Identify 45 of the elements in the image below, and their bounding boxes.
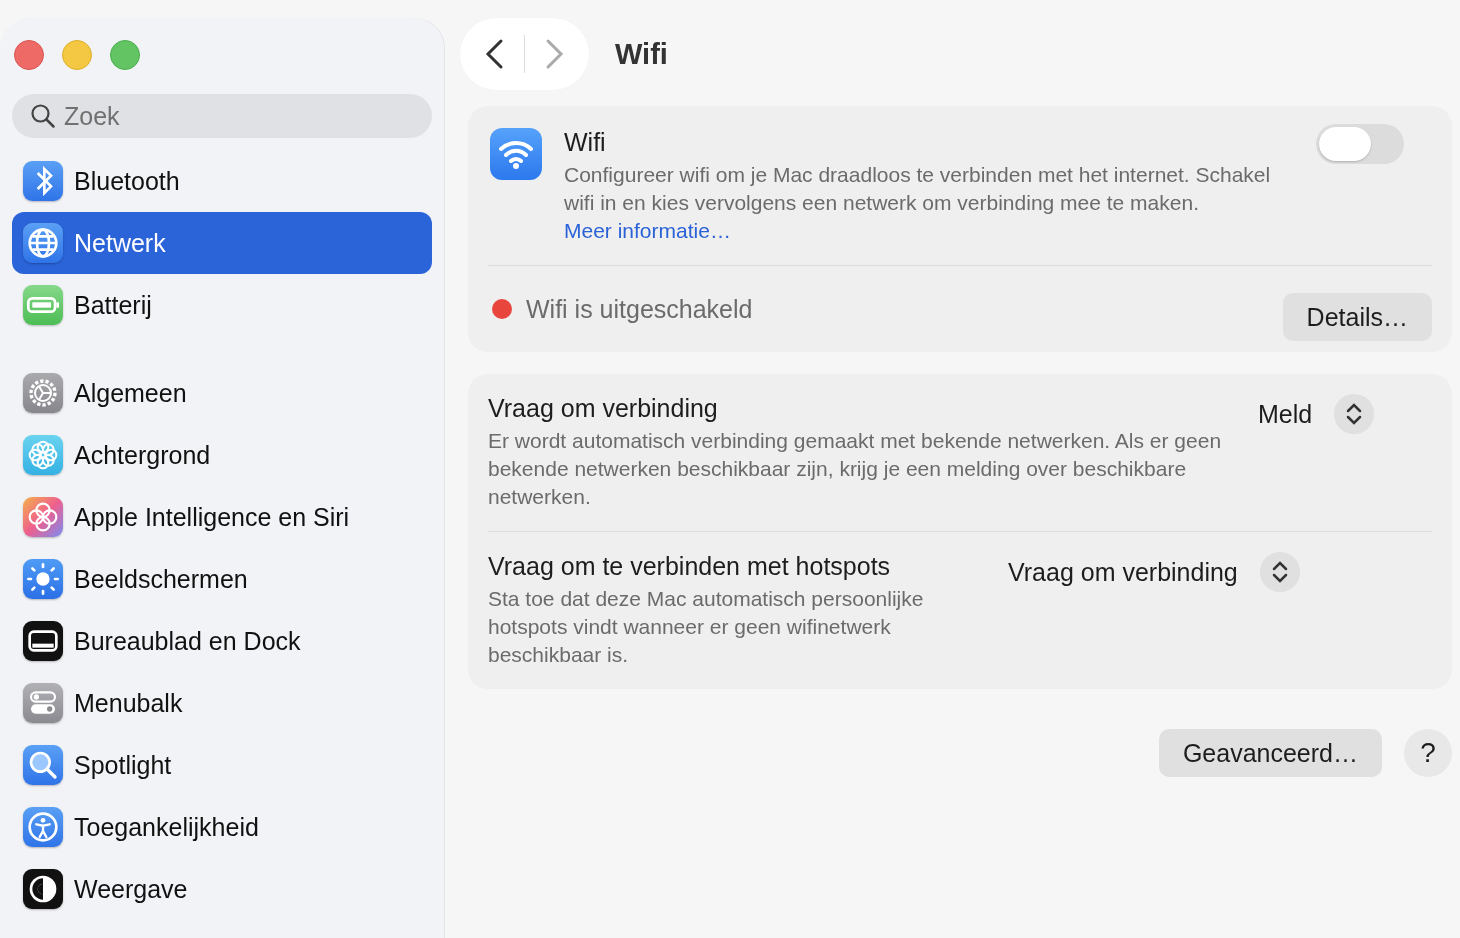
option-title: Vraag om verbinding	[488, 394, 719, 423]
more-info-link[interactable]: Meer informatie…	[564, 219, 731, 242]
search-icon	[30, 103, 56, 129]
sidebar-item[interactable]: Netwerk	[12, 212, 432, 274]
option-description: Sta toe dat deze Mac automatisch persoonlijke hotspots vindt wanneer er geen wifinetwerk beschikbaar is.	[488, 586, 925, 668]
status-text: Wifi is uitgeschakeld	[526, 294, 754, 324]
sidebar-item[interactable]: Achtergrond	[12, 424, 432, 486]
help-button[interactable]: ?	[1404, 729, 1452, 777]
bluetooth-icon	[23, 161, 63, 201]
network-icon	[23, 223, 63, 263]
accessibility-icon	[23, 807, 63, 847]
sidebar-item[interactable]: Weergave	[12, 858, 432, 920]
sidebar-item[interactable]: Beeldschermen	[12, 548, 432, 610]
general-icon	[23, 373, 63, 413]
zoom-button[interactable]	[110, 40, 140, 70]
siri-icon	[23, 497, 63, 537]
close-button[interactable]	[14, 40, 44, 70]
details-button[interactable]: Details…	[1282, 293, 1432, 341]
displays-icon	[23, 559, 63, 599]
dock-icon	[23, 621, 63, 661]
option-popup[interactable]: Meld	[1258, 394, 1375, 511]
menubar-icon	[23, 683, 63, 723]
option-title: Vraag om te verbinden met hotspots	[488, 552, 892, 581]
battery-icon	[23, 285, 63, 325]
sidebar-item[interactable]: Batterij	[12, 274, 432, 336]
option-description: Er wordt automatisch verbinding gemaakt met bekende netwerken. Als er geen bekende netwerken beschikbaar zijn, krijg je een melding over beschikbare netwerken.	[488, 428, 1223, 510]
wifi-icon	[490, 128, 542, 180]
sidebar-item[interactable]: Spotlight	[12, 734, 432, 796]
option-popup[interactable]: Vraag om verbinding	[1008, 552, 1300, 669]
sidebar-item[interactable]: Apple Intelligence en Siri	[12, 486, 432, 548]
sidebar-item[interactable]: Bluetooth	[12, 150, 432, 212]
sidebar-item[interactable]: Bureaublad en Dock	[12, 610, 432, 672]
spotlight-icon	[23, 745, 63, 785]
sidebar-item[interactable]: Toegankelijkheid	[12, 796, 432, 858]
window-title: Wifi	[615, 37, 668, 71]
wifi-toggle[interactable]	[1316, 124, 1404, 164]
wifi-title: Wifi	[564, 128, 607, 157]
appearance-icon	[23, 869, 63, 909]
wifi-description: Configureer wifi om je Mac draadloos te verbinden met het internet. Schakel wifi in en kies vervolgens een netwerk om verbinding mee te maken. Meer informatie…	[564, 162, 1272, 244]
advanced-button[interactable]: Geavanceerd…	[1158, 729, 1382, 777]
minimize-button[interactable]	[62, 40, 92, 70]
sidebar-item[interactable]: Algemeen	[12, 362, 432, 424]
wallpaper-icon	[23, 435, 63, 475]
sidebar-item[interactable]: Menubalk	[12, 672, 432, 734]
search-field[interactable]: Zoek	[12, 94, 432, 138]
